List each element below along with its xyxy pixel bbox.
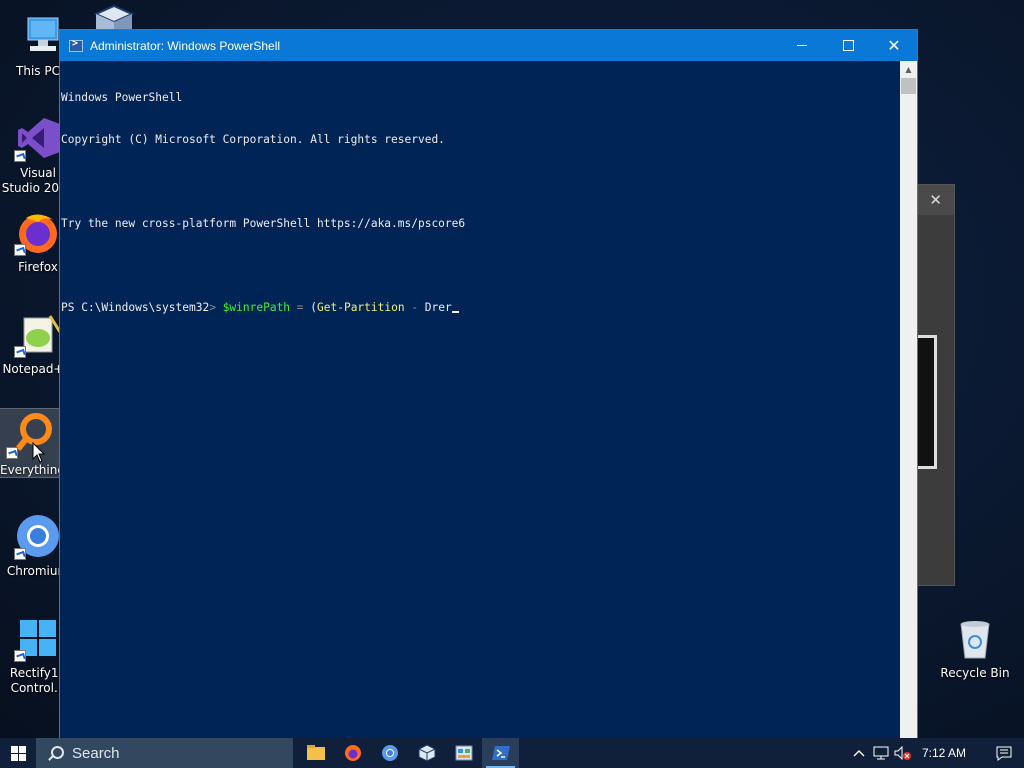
close-button[interactable]: ✕ [871,30,917,61]
virtualbox-icon [93,4,135,30]
tray-clock[interactable]: 7:12 AM [922,746,966,760]
desktop-icon-label: Everything [0,463,59,477]
minimize-icon [797,45,807,46]
console-line: Copyright (C) Microsoft Corporation. All… [61,133,445,146]
volume-muted-icon [894,746,911,760]
taskbar-control-panel[interactable] [445,738,482,768]
command-variable: $winrePath [222,301,291,314]
maximize-icon [842,40,854,51]
console-output[interactable]: Windows PowerShell Copyright (C) Microso… [60,61,900,738]
mouse-pointer-icon [32,442,46,463]
computer-icon [14,12,62,60]
text-cursor [451,311,459,313]
scroll-up-arrow-icon[interactable]: ▲ [900,61,917,78]
shortcut-arrow-icon [5,447,18,459]
notepadpp-icon [14,310,62,358]
background-window-panel [916,335,937,469]
console-line: Try the new cross-platform PowerShell ht… [61,217,466,230]
taskbar-file-explorer[interactable] [297,738,334,768]
taskbar: Search 7:12 AM [0,738,1024,768]
windows-logo-icon [10,745,26,761]
command-operator: = [290,301,311,314]
chromium-icon [14,512,62,560]
desktop-icon-recycle-bin[interactable]: Recycle Bin [937,606,1013,698]
command-line[interactable]: PS C:\Windows\system32> $winrePath = (Ge… [61,301,899,315]
everything-icon [5,411,54,459]
background-window-close-icon[interactable]: ✕ [929,191,942,209]
control-panel-icon [455,745,472,761]
tray-overflow-button[interactable] [848,749,870,757]
command-dash: - [404,301,425,314]
taskbar-virtualbox[interactable] [408,738,445,768]
tray-network[interactable] [870,746,892,760]
close-icon: ✕ [887,36,901,55]
powershell-icon [491,746,510,760]
shortcut-arrow-icon [14,244,26,256]
chromium-icon [381,745,398,761]
system-tray: 7:12 AM [848,738,1024,768]
start-button[interactable] [0,738,36,768]
shortcut-arrow-icon [14,346,26,358]
shortcut-arrow-icon [14,150,26,162]
taskbar-chromium[interactable] [371,738,408,768]
maximize-button[interactable] [825,30,871,61]
taskbar-apps [297,738,519,768]
notification-icon [996,746,1012,761]
prompt-symbol: > [209,301,216,314]
virtualbox-desktop-icon[interactable] [92,4,136,30]
command-name: Get-Partition [317,301,405,314]
search-placeholder: Search [72,744,120,762]
search-icon [48,746,64,760]
window-title: Administrator: Windows PowerShell [90,38,281,53]
chevron-up-icon [853,750,865,757]
notification-center-button[interactable] [984,746,1024,761]
minimize-button[interactable] [779,30,825,61]
desktop-icon-label: Recycle Bin [940,666,1010,680]
shortcut-arrow-icon [14,650,26,662]
powershell-icon [69,38,83,52]
recycle-bin-icon [951,614,999,662]
rectify11-icon [14,614,62,662]
virtualbox-icon [418,744,435,762]
command-paren: ( [310,301,318,314]
taskbar-powershell[interactable] [482,738,519,768]
scrollbar-thumb[interactable] [901,78,916,94]
shortcut-arrow-icon [14,548,26,560]
powershell-titlebar[interactable]: Administrator: Windows PowerShell ✕ [60,30,917,61]
powershell-window[interactable]: Administrator: Windows PowerShell ✕ Wind… [59,29,918,739]
tray-volume[interactable] [892,746,914,760]
prompt-path: PS C:\Windows\system32 [61,301,210,314]
command-argument: Drer [424,301,452,314]
taskbar-search-box[interactable]: Search [36,738,293,768]
firefox-icon [14,208,62,256]
file-explorer-icon [306,745,325,760]
taskbar-firefox[interactable] [334,738,371,768]
firefox-icon [344,745,361,761]
vertical-scrollbar[interactable]: ▲ [900,61,917,738]
console-line: Windows PowerShell [61,91,183,104]
desktop-icon-everything[interactable]: Everything [0,408,60,478]
network-icon [873,746,889,760]
visual-studio-icon [14,114,62,162]
desktop: This PC Visual Studio 2017 Firefox Notep… [0,0,1024,739]
